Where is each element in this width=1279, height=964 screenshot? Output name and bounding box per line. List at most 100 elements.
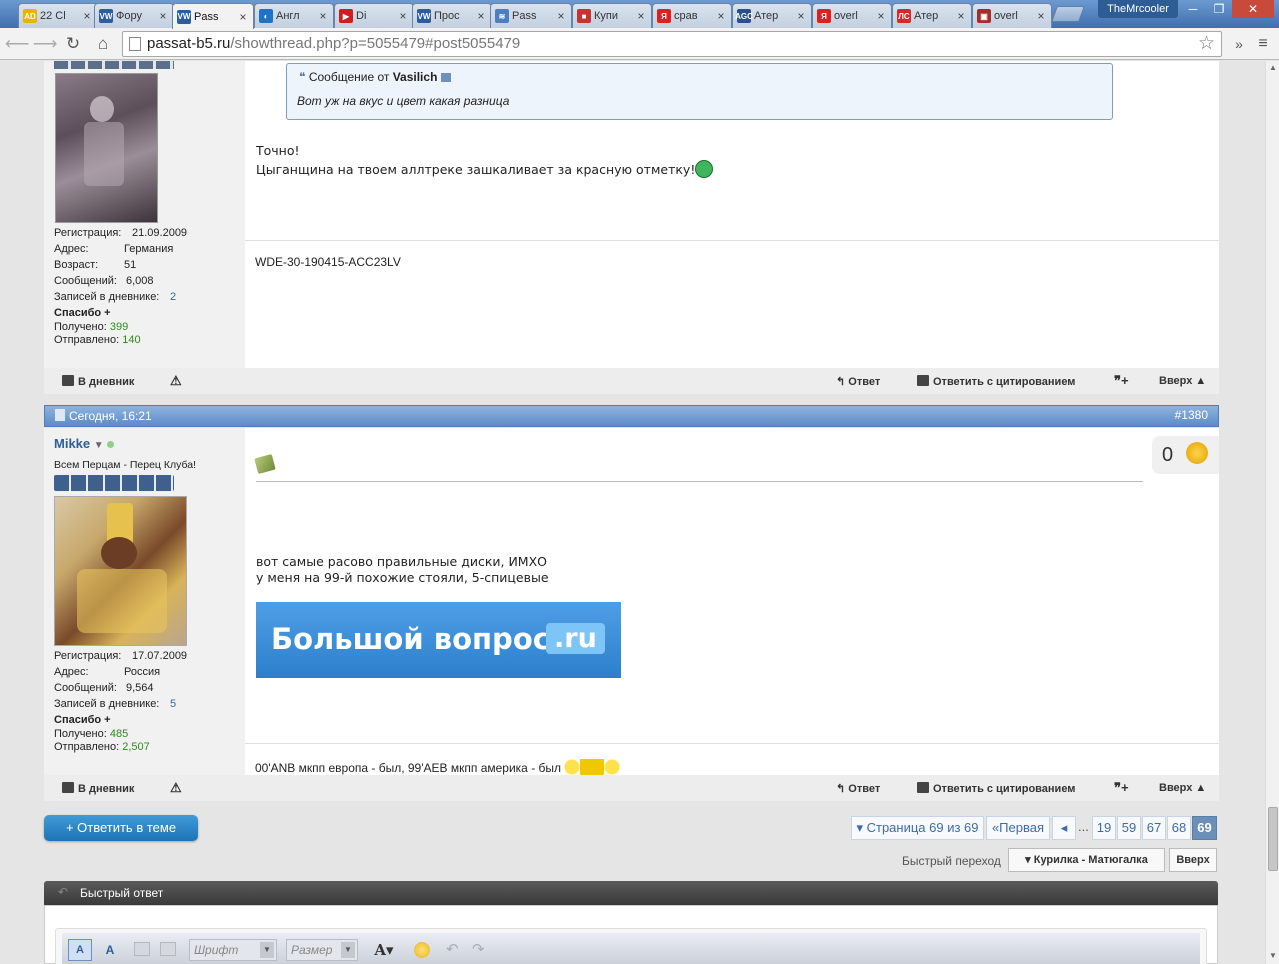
user-menu-chevron-icon[interactable]: ▼ <box>94 440 104 451</box>
text-color-icon[interactable]: A▾ <box>368 939 400 961</box>
new-tab-button[interactable] <box>1051 6 1085 22</box>
post-date: Сегодня, 16:21 <box>69 409 152 423</box>
diary-count-link[interactable]: 2 <box>170 291 176 303</box>
undo-icon[interactable]: ↶ <box>446 940 459 958</box>
scrollbar-thumb[interactable] <box>1268 807 1278 871</box>
reply-quote-button[interactable]: Ответить с цитированием <box>917 782 1075 795</box>
browser-tab[interactable]: Ясрав × <box>652 3 732 28</box>
top-button[interactable]: Вверх ▲ <box>1159 782 1206 794</box>
signature: 00'ANB мкпп европа - был, 99'AEB мкпп ам… <box>255 761 562 775</box>
tab-close-icon[interactable]: × <box>397 9 409 23</box>
tab-close-icon[interactable]: × <box>157 9 169 23</box>
add-to-diary-button[interactable]: В дневник <box>62 375 134 388</box>
username-link[interactable]: Mikke <box>54 436 90 451</box>
font-select[interactable]: Шрифт ▼ <box>189 939 277 961</box>
back-icon[interactable]: ⟵ <box>5 33 29 55</box>
tab-close-icon[interactable]: × <box>237 10 249 24</box>
tab-close-icon[interactable]: × <box>317 9 329 23</box>
tab-close-icon[interactable]: × <box>635 9 647 23</box>
tab-close-icon[interactable]: × <box>1035 9 1047 23</box>
extensions-chevron-icon[interactable]: » <box>1228 33 1250 55</box>
page-summary-dropdown[interactable]: ▾ Страница 69 из 69 <box>851 816 984 840</box>
quick-jump-select[interactable]: ▾ Курилка - Матюгалка <box>1008 848 1165 872</box>
browser-tab[interactable]: ▣ overl × <box>972 3 1052 28</box>
top-button[interactable]: Вверх ▲ <box>1159 375 1206 387</box>
reply-quote-button[interactable]: Ответить с цитированием <box>917 375 1075 388</box>
add-to-diary-button[interactable]: В дневник <box>62 782 134 795</box>
url-host: passat-b5.ru <box>147 35 231 52</box>
page-scrollbar[interactable]: ▲ ▼ <box>1265 61 1279 964</box>
post-message: вот самые расово правильные диски, ИМХО … <box>256 554 549 586</box>
scroll-down-icon[interactable]: ▼ <box>1268 951 1278 960</box>
home-icon[interactable]: ⌂ <box>92 33 114 55</box>
multiquote-icon[interactable]: ❞+ <box>1114 780 1129 796</box>
browser-tab[interactable]: AD 22 Cl × <box>18 3 98 28</box>
address-bar[interactable]: passat-b5.ru/showthread.php?p=5055479#po… <box>122 31 1222 57</box>
prev-page-icon[interactable]: ◂ <box>1052 816 1076 840</box>
browser-tab[interactable]: Яoverl × <box>812 3 892 28</box>
tab-close-icon[interactable]: × <box>475 9 487 23</box>
quick-reply-body: A A Шрифт ▼ Размер ▼ A▾ ↶ ↷ <box>44 905 1218 964</box>
avatar[interactable] <box>54 496 187 646</box>
maximize-button[interactable]: ❐ <box>1206 0 1232 18</box>
tab-close-icon[interactable]: × <box>555 9 567 23</box>
remove-format-icon[interactable]: A <box>98 939 122 961</box>
redo-icon[interactable]: ↷ <box>472 940 485 958</box>
report-icon[interactable]: ⚠ <box>170 780 182 796</box>
page-link[interactable]: 19 <box>1092 816 1116 840</box>
report-icon[interactable]: ⚠ <box>170 373 182 389</box>
browser-tab[interactable]: VW Фору × <box>94 3 174 28</box>
browser-tab[interactable]: ЛС Атер × <box>892 3 972 28</box>
quote-author[interactable]: Vasilich <box>393 70 438 84</box>
tab-close-icon[interactable]: × <box>795 9 807 23</box>
page-link[interactable]: 59 <box>1117 816 1141 840</box>
browser-tab[interactable]: ◐ Англ × <box>254 3 334 28</box>
multiquote-icon[interactable]: ❞+ <box>1114 373 1129 389</box>
reply-button[interactable]: ↰ Ответ <box>836 375 880 388</box>
scroll-up-icon[interactable]: ▲ <box>1268 63 1278 72</box>
view-post-icon[interactable] <box>440 73 451 82</box>
received-value: 399 <box>109 321 129 333</box>
quick-jump-go-button[interactable]: Вверх <box>1169 848 1217 872</box>
reply-button[interactable]: ↰ Ответ <box>836 782 880 795</box>
close-window-button[interactable]: ✕ <box>1232 0 1274 18</box>
banner-image[interactable]: Большой вопрос .ru <box>256 602 621 678</box>
tab-close-icon[interactable]: × <box>955 9 967 23</box>
browser-tab[interactable]: ■ Купи × <box>572 3 652 28</box>
reply-thread-button[interactable]: + Ответить в теме <box>44 815 198 841</box>
tab-close-icon[interactable]: × <box>875 9 887 23</box>
diary-count-link[interactable]: 5 <box>170 698 176 710</box>
browser-tab[interactable]: ≋ Pass × <box>490 3 572 28</box>
wysiwyg-toggle-icon[interactable]: A <box>68 939 92 961</box>
avatar[interactable] <box>55 73 158 223</box>
profile-badge[interactable]: TheMrcooler <box>1098 0 1178 18</box>
banner-suffix: .ru <box>546 623 605 654</box>
tab-close-icon[interactable]: × <box>715 9 727 23</box>
tab-close-icon[interactable]: × <box>81 9 93 23</box>
quote-reply-icon <box>917 375 929 386</box>
browser-tab[interactable]: VW Pass × <box>172 3 254 29</box>
reload-icon[interactable]: ↻ <box>62 33 84 55</box>
browser-tab[interactable]: AGC Атер × <box>732 3 812 28</box>
collapse-icon[interactable]: ↶ <box>58 885 68 899</box>
addr-label: Адрес: <box>54 666 89 678</box>
smiley-icon[interactable] <box>414 942 430 958</box>
size-select[interactable]: Размер ▼ <box>286 939 358 961</box>
paste-word-icon[interactable] <box>160 942 176 956</box>
page-link[interactable]: 68 <box>1167 816 1191 840</box>
dropdown-arrow-icon: ▼ <box>341 942 355 958</box>
forward-icon[interactable]: ⟶ <box>33 33 57 55</box>
menu-icon[interactable]: ≡ <box>1252 33 1274 55</box>
thumbs-up-icon[interactable] <box>1186 442 1208 464</box>
post-number-link[interactable]: #1380 <box>1175 408 1208 422</box>
browser-tab[interactable]: ▶ Di × <box>334 3 414 28</box>
first-page-link[interactable]: «Первая <box>986 816 1050 840</box>
bookmark-star-icon[interactable]: ☆ <box>1198 32 1215 56</box>
received-label: Получено: <box>54 728 107 740</box>
tab-favicon-icon: ▣ <box>977 9 991 23</box>
tab-label: overl <box>834 10 858 22</box>
minimize-button[interactable]: ─ <box>1180 0 1206 18</box>
browser-tab[interactable]: VW Прос × <box>412 3 492 28</box>
paste-text-icon[interactable] <box>134 942 150 956</box>
page-link[interactable]: 67 <box>1142 816 1166 840</box>
